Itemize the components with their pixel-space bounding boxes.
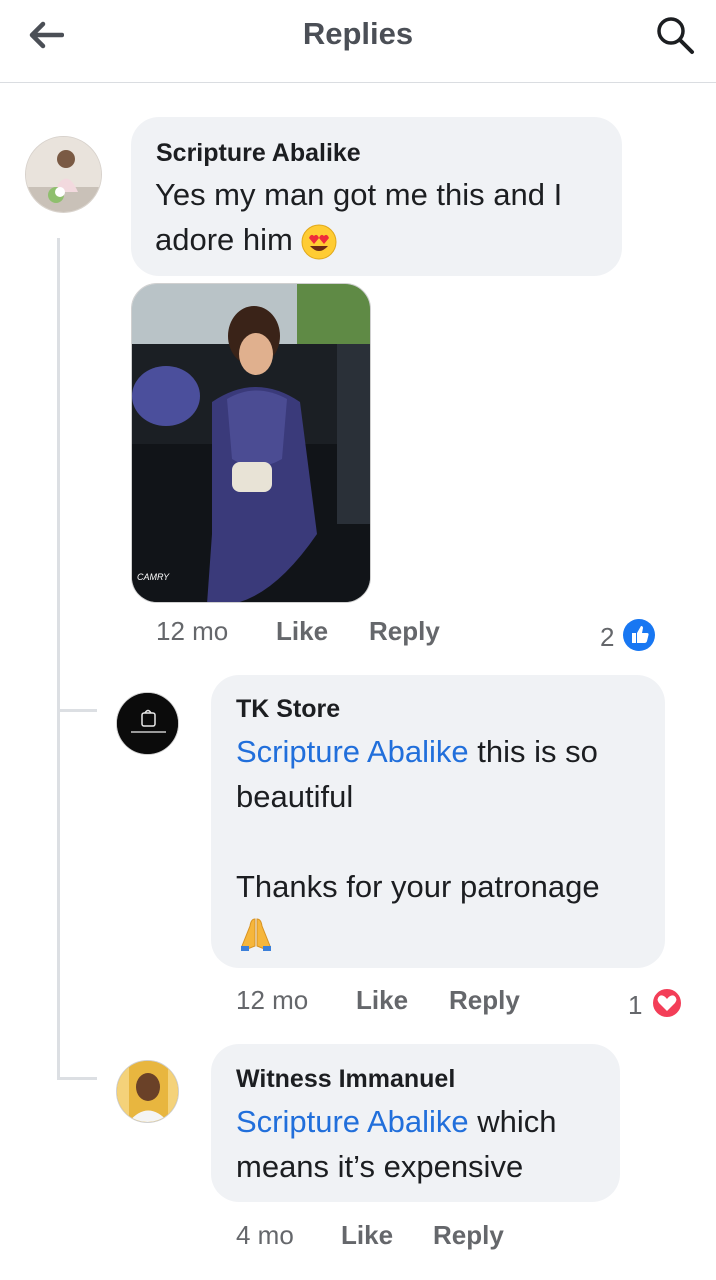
avatar[interactable] — [25, 136, 102, 213]
thread-branch — [57, 709, 97, 712]
reply-button[interactable]: Reply — [449, 985, 520, 1016]
comment-time: 12 mo — [156, 616, 229, 646]
reply-button[interactable]: Reply — [369, 616, 440, 647]
comment-author[interactable]: Witness Immanuel — [236, 1065, 455, 1094]
reaction-count: 2 — [600, 622, 615, 652]
comment-author[interactable]: TK Store — [236, 695, 340, 724]
thread-branch — [57, 1077, 97, 1080]
reaction-count: 1 — [628, 990, 643, 1020]
comment-time: 4 mo — [236, 1220, 294, 1250]
thread-line — [57, 238, 60, 1080]
like-button[interactable]: Like — [341, 1220, 393, 1251]
svg-text:CAMRY: CAMRY — [137, 572, 170, 582]
like-button[interactable]: Like — [276, 616, 328, 647]
like-button[interactable]: Like — [356, 985, 408, 1016]
comment-photo[interactable]: CAMRY — [131, 283, 371, 603]
comment-time: 12 mo — [236, 985, 309, 1015]
top-bar: Replies — [0, 0, 716, 83]
comment-text: Yes my man got me this and I adore him — [155, 172, 610, 262]
avatar[interactable] — [116, 1060, 179, 1123]
comment-bubble: Scripture Abalike Yes my man got me this… — [131, 117, 622, 276]
folded-hands-emoji — [241, 918, 271, 951]
like-reaction-icon[interactable] — [623, 619, 655, 651]
page-title: Replies — [302, 16, 414, 51]
avatar[interactable] — [116, 692, 179, 755]
comment-author[interactable]: Scripture Abalike — [156, 139, 361, 168]
comment-bubble: TK Store Scripture Abalike this is so be… — [211, 675, 665, 968]
search-button[interactable] — [650, 12, 700, 58]
comment-text: Scripture Abalike which means it’s expen… — [236, 1104, 557, 1184]
comment-bubble: Witness Immanuel Scripture Abalike which… — [211, 1044, 620, 1202]
reply-button[interactable]: Reply — [433, 1220, 504, 1251]
heart-eyes-emoji — [301, 224, 337, 260]
mention-link[interactable]: Scripture Abalike — [236, 734, 469, 769]
mention-link[interactable]: Scripture Abalike — [236, 1104, 469, 1139]
comment-text: Scripture Abalike this is so beautiful T… — [236, 729, 656, 954]
love-reaction-icon[interactable] — [651, 987, 683, 1019]
search-icon — [657, 17, 694, 54]
